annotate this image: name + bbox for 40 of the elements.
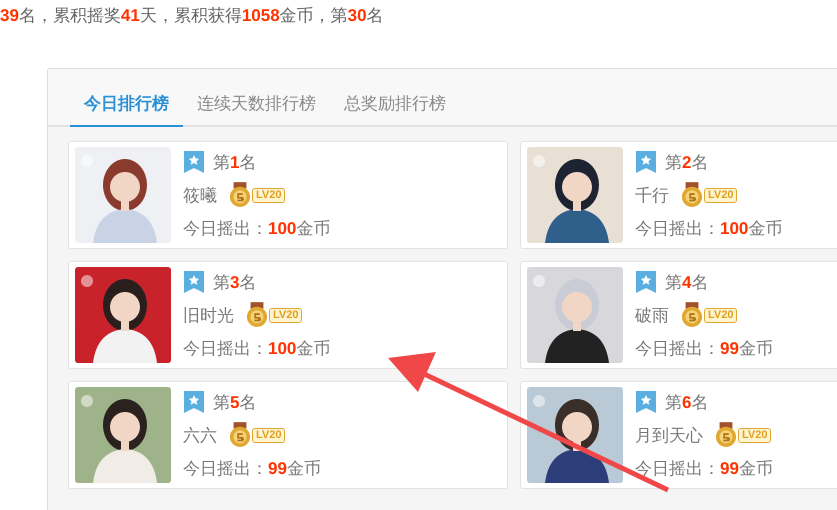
level-badge: LV20 — [252, 188, 286, 202]
rank-text: 第6名 — [665, 392, 708, 414]
rank-text: 第1名 — [213, 152, 256, 174]
medal-icon — [681, 302, 703, 328]
summary-text: 39名，累积摇奖41天，累积获得1058金币，第30名 — [0, 5, 384, 27]
rank-text: 第5名 — [213, 392, 256, 414]
user-name: 六六 — [183, 424, 217, 446]
bookmark-star-icon — [183, 151, 205, 173]
tab[interactable]: 连续天数排行榜 — [183, 92, 330, 127]
tab[interactable]: 今日排行榜 — [70, 92, 183, 127]
rank-text: 第3名 — [213, 272, 256, 294]
medal-icon — [715, 422, 737, 448]
user-name: 千行 — [635, 184, 669, 206]
level-badge: LV20 — [738, 428, 772, 442]
today-coins-text: 今日摇出：100金币 — [183, 338, 330, 360]
medal-icon — [229, 182, 251, 208]
bookmark-star-icon — [635, 151, 657, 173]
today-coins-text: 今日摇出：99金币 — [635, 458, 773, 480]
level-badge: LV20 — [269, 308, 302, 322]
user-name: 筱曦 — [183, 184, 217, 206]
user-name: 破雨 — [635, 304, 669, 326]
tab[interactable]: 总奖励排行榜 — [330, 92, 460, 127]
bookmark-star-icon — [183, 271, 205, 293]
today-coins-text: 今日摇出：100金币 — [183, 218, 330, 240]
rank-text: 第4名 — [665, 272, 708, 294]
medal-icon — [246, 302, 268, 328]
today-coins-text: 今日摇出：99金币 — [635, 338, 773, 360]
today-coins-text: 今日摇出：100金币 — [635, 218, 782, 240]
user-name: 月到天心 — [635, 424, 703, 446]
medal-icon — [229, 422, 251, 448]
user-name: 旧时光 — [183, 304, 234, 326]
medal-icon — [681, 182, 703, 208]
today-coins-text: 今日摇出：99金币 — [183, 458, 321, 480]
level-badge: LV20 — [252, 428, 286, 442]
bookmark-star-icon — [183, 391, 205, 413]
bookmark-star-icon — [635, 271, 657, 293]
bookmark-star-icon — [635, 391, 657, 413]
level-badge: LV20 — [704, 308, 738, 322]
rank-text: 第2名 — [665, 152, 708, 174]
level-badge: LV20 — [704, 188, 738, 202]
